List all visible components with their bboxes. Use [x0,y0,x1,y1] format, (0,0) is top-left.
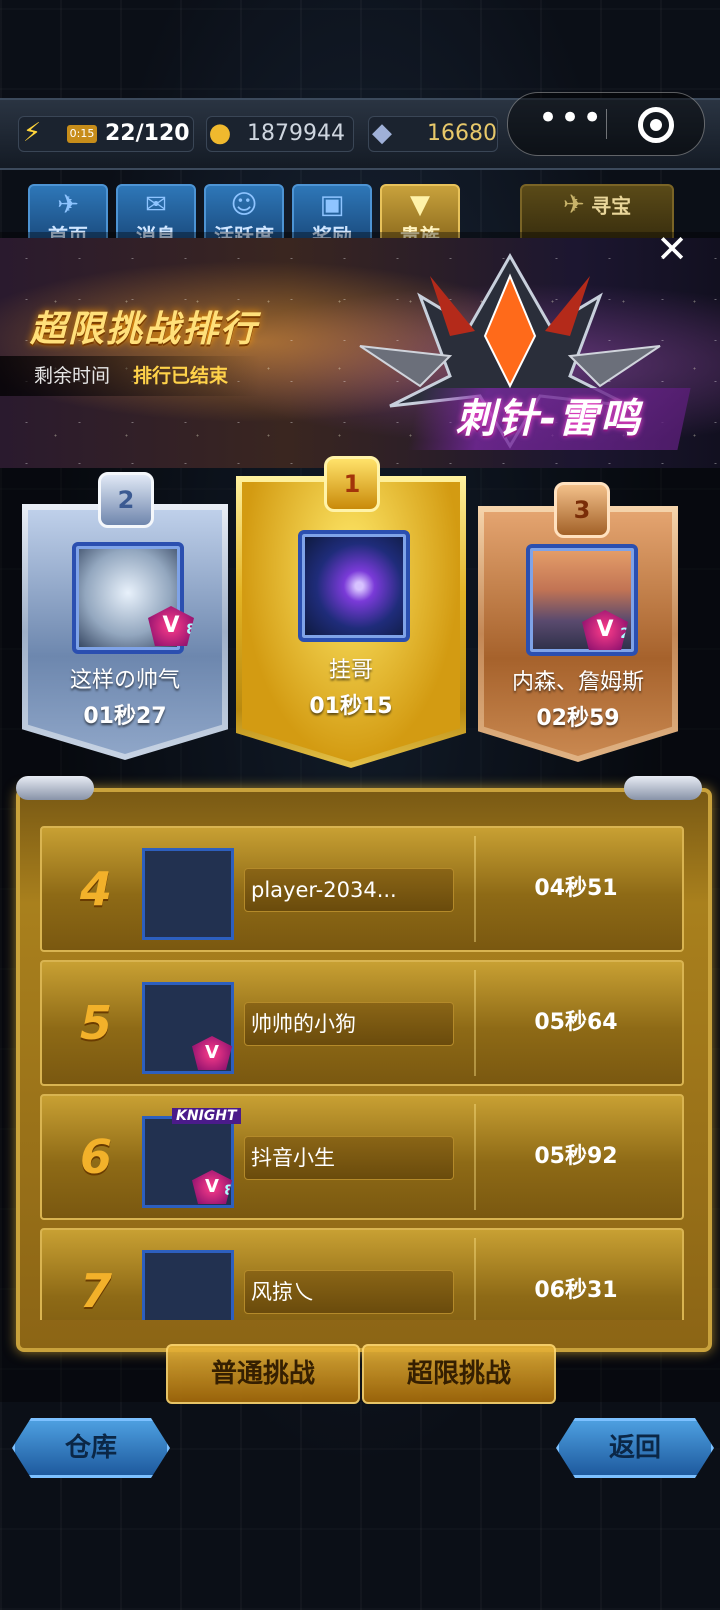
plane-icon: ✈ [562,190,585,220]
ship-name-banner: 刺针-雷鸣 [407,388,691,450]
rank-badge-2: 2 [98,472,154,528]
remaining-time-label: 剩余时间 [34,365,111,387]
mail-icon: ✉ [145,190,167,220]
ranking-list[interactable]: 4 player-2034... 04秒51 5 V 帅帅的小狗 05秒64 6… [36,820,684,1320]
remaining-time-value: 排行已结束 [133,365,229,387]
podium-first[interactable]: 挂哥 01秒15 [236,476,466,768]
rank-number: 5 [80,996,113,1050]
energy-counter[interactable]: ⚡ 0:15 22/120 [18,116,194,152]
miniprogram-capsule: ••• [507,92,705,156]
player-time: 05秒92 [534,1144,618,1169]
list-item[interactable]: 4 player-2034... 04秒51 [40,826,684,952]
remaining-time: 剩余时间 排行已结束 [0,356,260,396]
energy-value: 22/120 [105,121,190,146]
exit-miniprogram-icon[interactable] [638,107,674,143]
player-time: 01秒27 [83,704,167,729]
player-name: player-2034... [251,878,397,902]
name-box: player-2034... [244,868,454,912]
energy-timer: 0:15 [67,125,97,143]
player-name: 内森、詹姆斯 [511,670,644,695]
extreme-challenge-button[interactable]: 超限挑战 [362,1344,556,1404]
normal-challenge-button[interactable]: 普通挑战 [166,1344,360,1404]
warehouse-button[interactable]: 仓库 [12,1418,170,1478]
podium-third[interactable]: V2 内森、詹姆斯 02秒59 [478,506,678,762]
gem-counter[interactable]: ◆ 16680 [368,116,498,152]
jet-icon: ✈ [57,190,79,220]
player-name: 帅帅的小狗 [251,1012,356,1036]
avatar [142,1250,234,1320]
rank-number: 6 [80,1130,113,1184]
player-time: 06秒31 [534,1278,618,1303]
ranking-title: 超限挑战排行 [30,309,259,350]
rank-number: 4 [80,862,113,916]
gem-value: 16680 [427,121,497,146]
player-name: 抖音小生 [251,1146,335,1170]
player-name: 挂哥 [328,658,373,683]
name-box: 抖音小生 [244,1136,454,1180]
avatar [142,848,234,940]
name-box: 风掠乀 [244,1270,454,1314]
rank-number: 7 [80,1264,113,1318]
ship-name: 刺针-雷鸣 [455,396,643,442]
list-item[interactable]: 7 风掠乀 06秒31 [40,1228,684,1320]
name-box: 帅帅的小狗 [244,1002,454,1046]
capsule-divider [606,109,607,139]
rank-badge-3: 3 [554,482,610,538]
vip-icon: ▼ [410,190,430,220]
list-item[interactable]: 5 V 帅帅的小狗 05秒64 [40,960,684,1086]
coin-icon: ● [208,118,232,148]
smiley-icon: ☺ [230,190,258,220]
close-icon[interactable]: ✕ [654,230,690,268]
player-time: 04秒51 [534,876,618,901]
player-time: 02秒59 [536,706,620,731]
avatar [298,530,410,642]
panel-cap-left [16,776,94,800]
diamond-icon: ◆ [372,118,392,148]
gold-value: 1879944 [247,121,345,146]
podium-second[interactable]: V8 这样の帅气 01秒27 [22,504,228,760]
back-button[interactable]: 返回 [556,1418,714,1478]
player-time: 01秒15 [309,694,393,719]
nav-treasure-label: 寻宝 [591,194,632,218]
gift-icon: ▣ [319,190,345,220]
rank-badge-1: 1 [324,456,380,512]
panel-cap-right [624,776,702,800]
player-name: 这样の帅气 [69,668,180,693]
knight-tag: KNIGHT [172,1108,241,1124]
gold-counter[interactable]: ● 1879944 [206,116,354,152]
list-item[interactable]: 6 V8 抖音小生 05秒92 [40,1094,684,1220]
player-time: 05秒64 [534,1010,618,1035]
more-icon[interactable]: ••• [538,101,602,143]
lightning-icon: ⚡ [22,118,42,148]
player-name: 风掠乀 [251,1280,314,1304]
